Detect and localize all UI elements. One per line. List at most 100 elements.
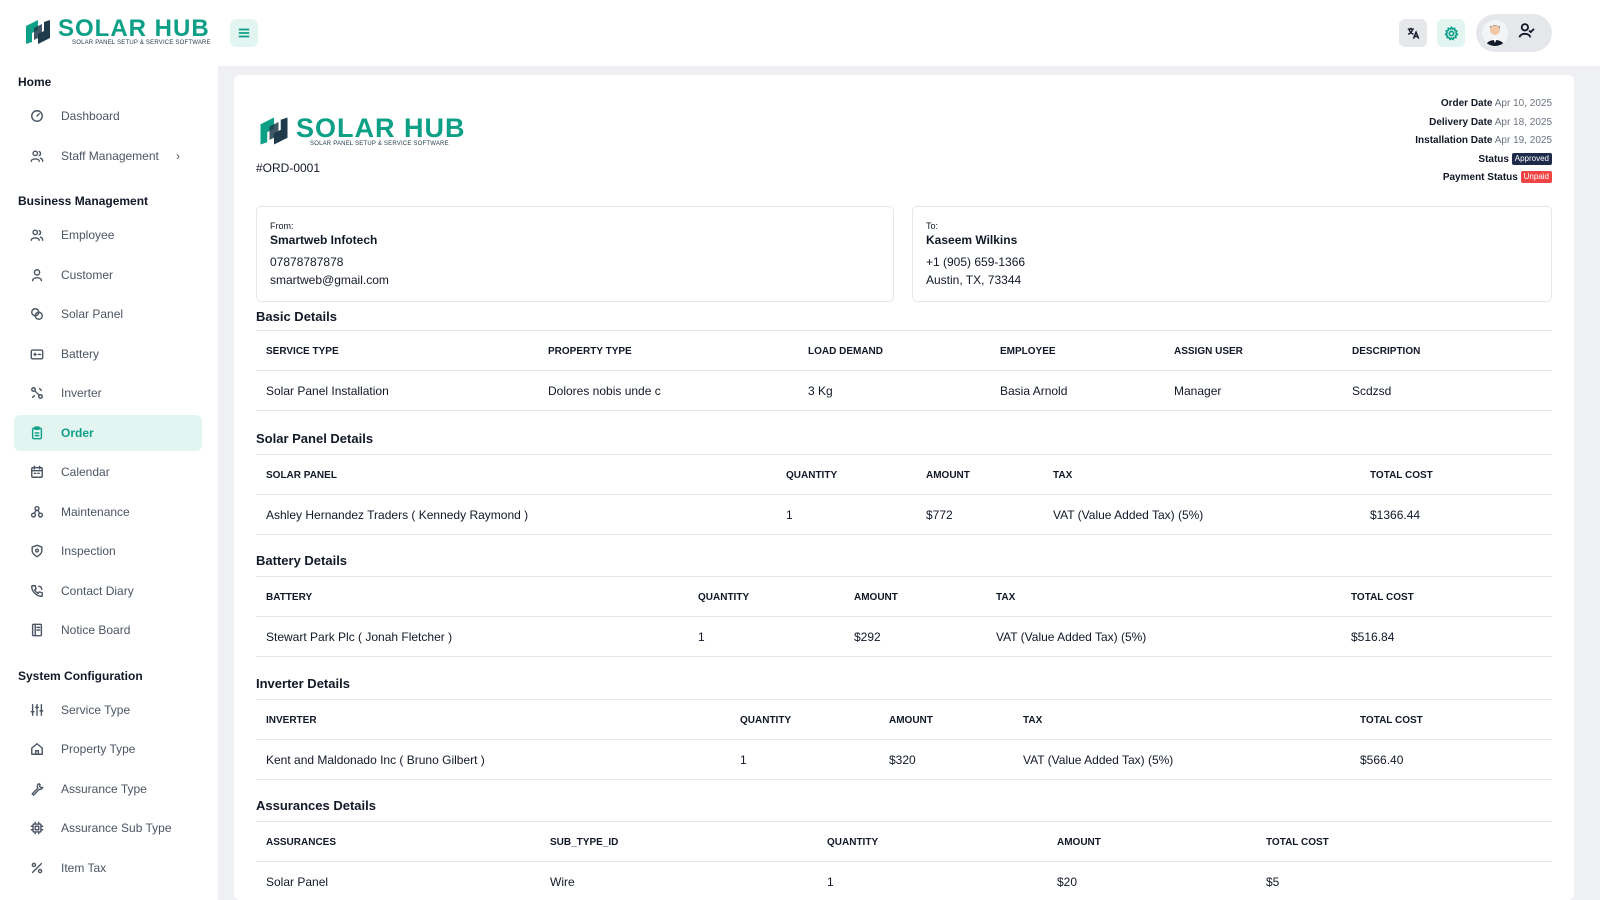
delivery-date: Apr 18, 2025 [1494, 116, 1552, 128]
sidebar-item-calendar[interactable]: Calendar [14, 454, 202, 490]
brand-name: SOLAR HUB [296, 113, 466, 143]
to-name: Kaseem Wilkins [926, 233, 1018, 247]
sidebar-item-notice-board[interactable]: Notice Board [14, 612, 202, 648]
users-icon [30, 149, 44, 163]
shield-icon [30, 544, 44, 558]
sidebar-item-label: Maintenance [61, 504, 130, 519]
avatar [1482, 20, 1508, 46]
sidebar-item-label: Contact Diary [61, 583, 134, 598]
sidebar-item-label: Service Type [61, 702, 131, 717]
gear-icon [1443, 25, 1459, 41]
wrench-icon [30, 782, 44, 796]
column-header: TAX [1053, 470, 1073, 481]
nav-section-system: System Configuration [18, 668, 143, 683]
table-cell: VAT (Value Added Tax) (5%) [996, 630, 1147, 644]
order-date: Apr 10, 2025 [1494, 98, 1552, 109]
table-cell: Dolores nobis unde c [548, 384, 661, 398]
solar-hub-logo-icon [26, 20, 50, 44]
sidebar-item-inspection[interactable]: Inspection [14, 533, 202, 569]
sidebar-item-assurance-type[interactable]: Assurance Type [14, 771, 202, 807]
table-row: Solar Panel Installation Dolores nobis u… [256, 371, 1552, 411]
column-header: SOLAR PANEL [266, 470, 337, 481]
avatar-person-icon [1486, 25, 1504, 46]
sidebar-item-label: Inverter [61, 386, 102, 400]
menu-toggle-button[interactable] [230, 19, 258, 47]
to-party-box: To: Kaseem Wilkins +1 (905) 659-1366 Aus… [912, 206, 1552, 302]
sidebar-item-service-type[interactable]: Service Type [14, 692, 202, 728]
sidebar-item-inverter[interactable]: Inverter [14, 375, 202, 411]
profile-menu-button[interactable] [1476, 14, 1552, 52]
user-icon [30, 268, 44, 282]
installation-date: Apr 19, 2025 [1494, 135, 1552, 146]
from-name: Smartweb Infotech [270, 233, 378, 247]
sidebar-item-property-type[interactable]: Property Type [14, 731, 202, 767]
sidebar-item-dashboard[interactable]: Dashboard [14, 98, 202, 134]
translate-button[interactable] [1399, 19, 1427, 47]
column-header: AMOUNT [854, 592, 898, 603]
calendar-icon [30, 465, 44, 479]
order-brand-logo: SOLAR HUB SOLAR PANEL SETUP & SERVICE SO… [256, 113, 466, 149]
sidebar-item-battery[interactable]: Battery [14, 336, 202, 372]
column-header: ASSURANCES [266, 837, 337, 848]
delivery-date-label: Delivery Date [1429, 116, 1493, 128]
sidebar-item-customer[interactable]: Customer [14, 257, 202, 293]
brand-tagline: SOLAR PANEL SETUP & SERVICE SOFTWARE [72, 40, 211, 46]
sidebar-item-solar-panel[interactable]: Solar Panel [14, 296, 202, 332]
brand-tagline: SOLAR PANEL SETUP & SERVICE SOFTWARE [310, 141, 449, 147]
table-cell: Stewart Park Plc ( Jonah Fletcher ) [266, 630, 453, 644]
from-phone: 07878787878 [270, 255, 344, 269]
users-icon [30, 228, 44, 242]
table-cell: $292 [854, 630, 881, 644]
table-cell: Ashley Hernandez Traders ( Kennedy Raymo… [266, 508, 529, 522]
order-meta: Order Date Apr 10, 2025 Delivery Date Ap… [1415, 95, 1552, 188]
sidebar-item-employee[interactable]: Employee [14, 217, 202, 253]
table-cell: Scdzsd [1352, 384, 1392, 398]
column-header: TOTAL COST [1360, 715, 1423, 726]
sidebar-item-order[interactable]: Order [14, 414, 202, 451]
to-address: Austin, TX, 73344 [926, 273, 1022, 287]
sidebar-item-label: Item Tax [61, 860, 107, 875]
sidebar-item-item-tax[interactable]: Item Tax [14, 850, 202, 886]
battery-details-table: BATTERY QUANTITY AMOUNT TAX TOTAL COST S… [256, 576, 1552, 657]
order-id: #ORD-0001 [256, 161, 321, 175]
assurances-details-table: ASSURANCES SUB_TYPE_ID QUANTITY AMOUNT T… [256, 821, 1552, 900]
table-cell: 1 [698, 630, 705, 644]
from-party-box: From: Smartweb Infotech 07878787878 smar… [256, 206, 894, 302]
sidebar-item-label: Assurance Sub Type [61, 821, 172, 835]
table-header-row: BATTERY QUANTITY AMOUNT TAX TOTAL COST [256, 577, 1552, 617]
column-header: DESCRIPTION [1352, 346, 1421, 357]
solar-panel-details-title: Solar Panel Details [256, 431, 374, 446]
table-cell: Solar Panel [266, 875, 329, 889]
column-header: AMOUNT [1057, 837, 1101, 848]
brand-logo[interactable]: SOLAR HUB SOLAR PANEL SETUP & SERVICE SO… [22, 16, 211, 48]
sidebar-item-label: Calendar [61, 465, 110, 479]
column-header: TOTAL COST [1351, 592, 1414, 603]
column-header: SERVICE TYPE [266, 346, 339, 357]
table-cell: $516.84 [1351, 630, 1395, 644]
settings-button[interactable] [1437, 19, 1465, 47]
sidebar-item-label: Solar Panel [61, 307, 124, 321]
sidebar-item-maintenance[interactable]: Maintenance [14, 494, 202, 530]
sidebar-item-label: Notice Board [61, 623, 131, 637]
sidebar-item-label: Employee [61, 228, 115, 242]
sidebar-item-label: Customer [61, 267, 114, 282]
sidebar-item-label: Property Type [61, 742, 136, 756]
column-header: QUANTITY [786, 470, 838, 481]
table-cell: $772 [926, 508, 953, 522]
maintenance-icon [30, 505, 44, 519]
sidebar-item-assurance-sub-type[interactable]: Assurance Sub Type [14, 810, 202, 846]
column-header: QUANTITY [827, 837, 879, 848]
column-header: SUB_TYPE_ID [550, 837, 619, 848]
sidebar-item-label: Order [61, 425, 94, 440]
column-header: AMOUNT [889, 715, 933, 726]
table-header-row: SERVICE TYPE PROPERTY TYPE LOAD DEMAND E… [256, 331, 1552, 371]
status-badge: Approved [1511, 152, 1552, 165]
sidebar-item-staff-management[interactable]: Staff Management › [14, 138, 202, 174]
table-cell: VAT (Value Added Tax) (5%) [1053, 508, 1204, 522]
column-header: INVERTER [266, 715, 317, 726]
solar-panel-details-table: SOLAR PANEL QUANTITY AMOUNT TAX TOTAL CO… [256, 454, 1552, 535]
sidebar-item-contact-diary[interactable]: Contact Diary [14, 573, 202, 609]
column-header: LOAD DEMAND [808, 346, 883, 357]
table-header-row: INVERTER QUANTITY AMOUNT TAX TOTAL COST [256, 700, 1552, 740]
dashboard-icon [30, 109, 44, 123]
